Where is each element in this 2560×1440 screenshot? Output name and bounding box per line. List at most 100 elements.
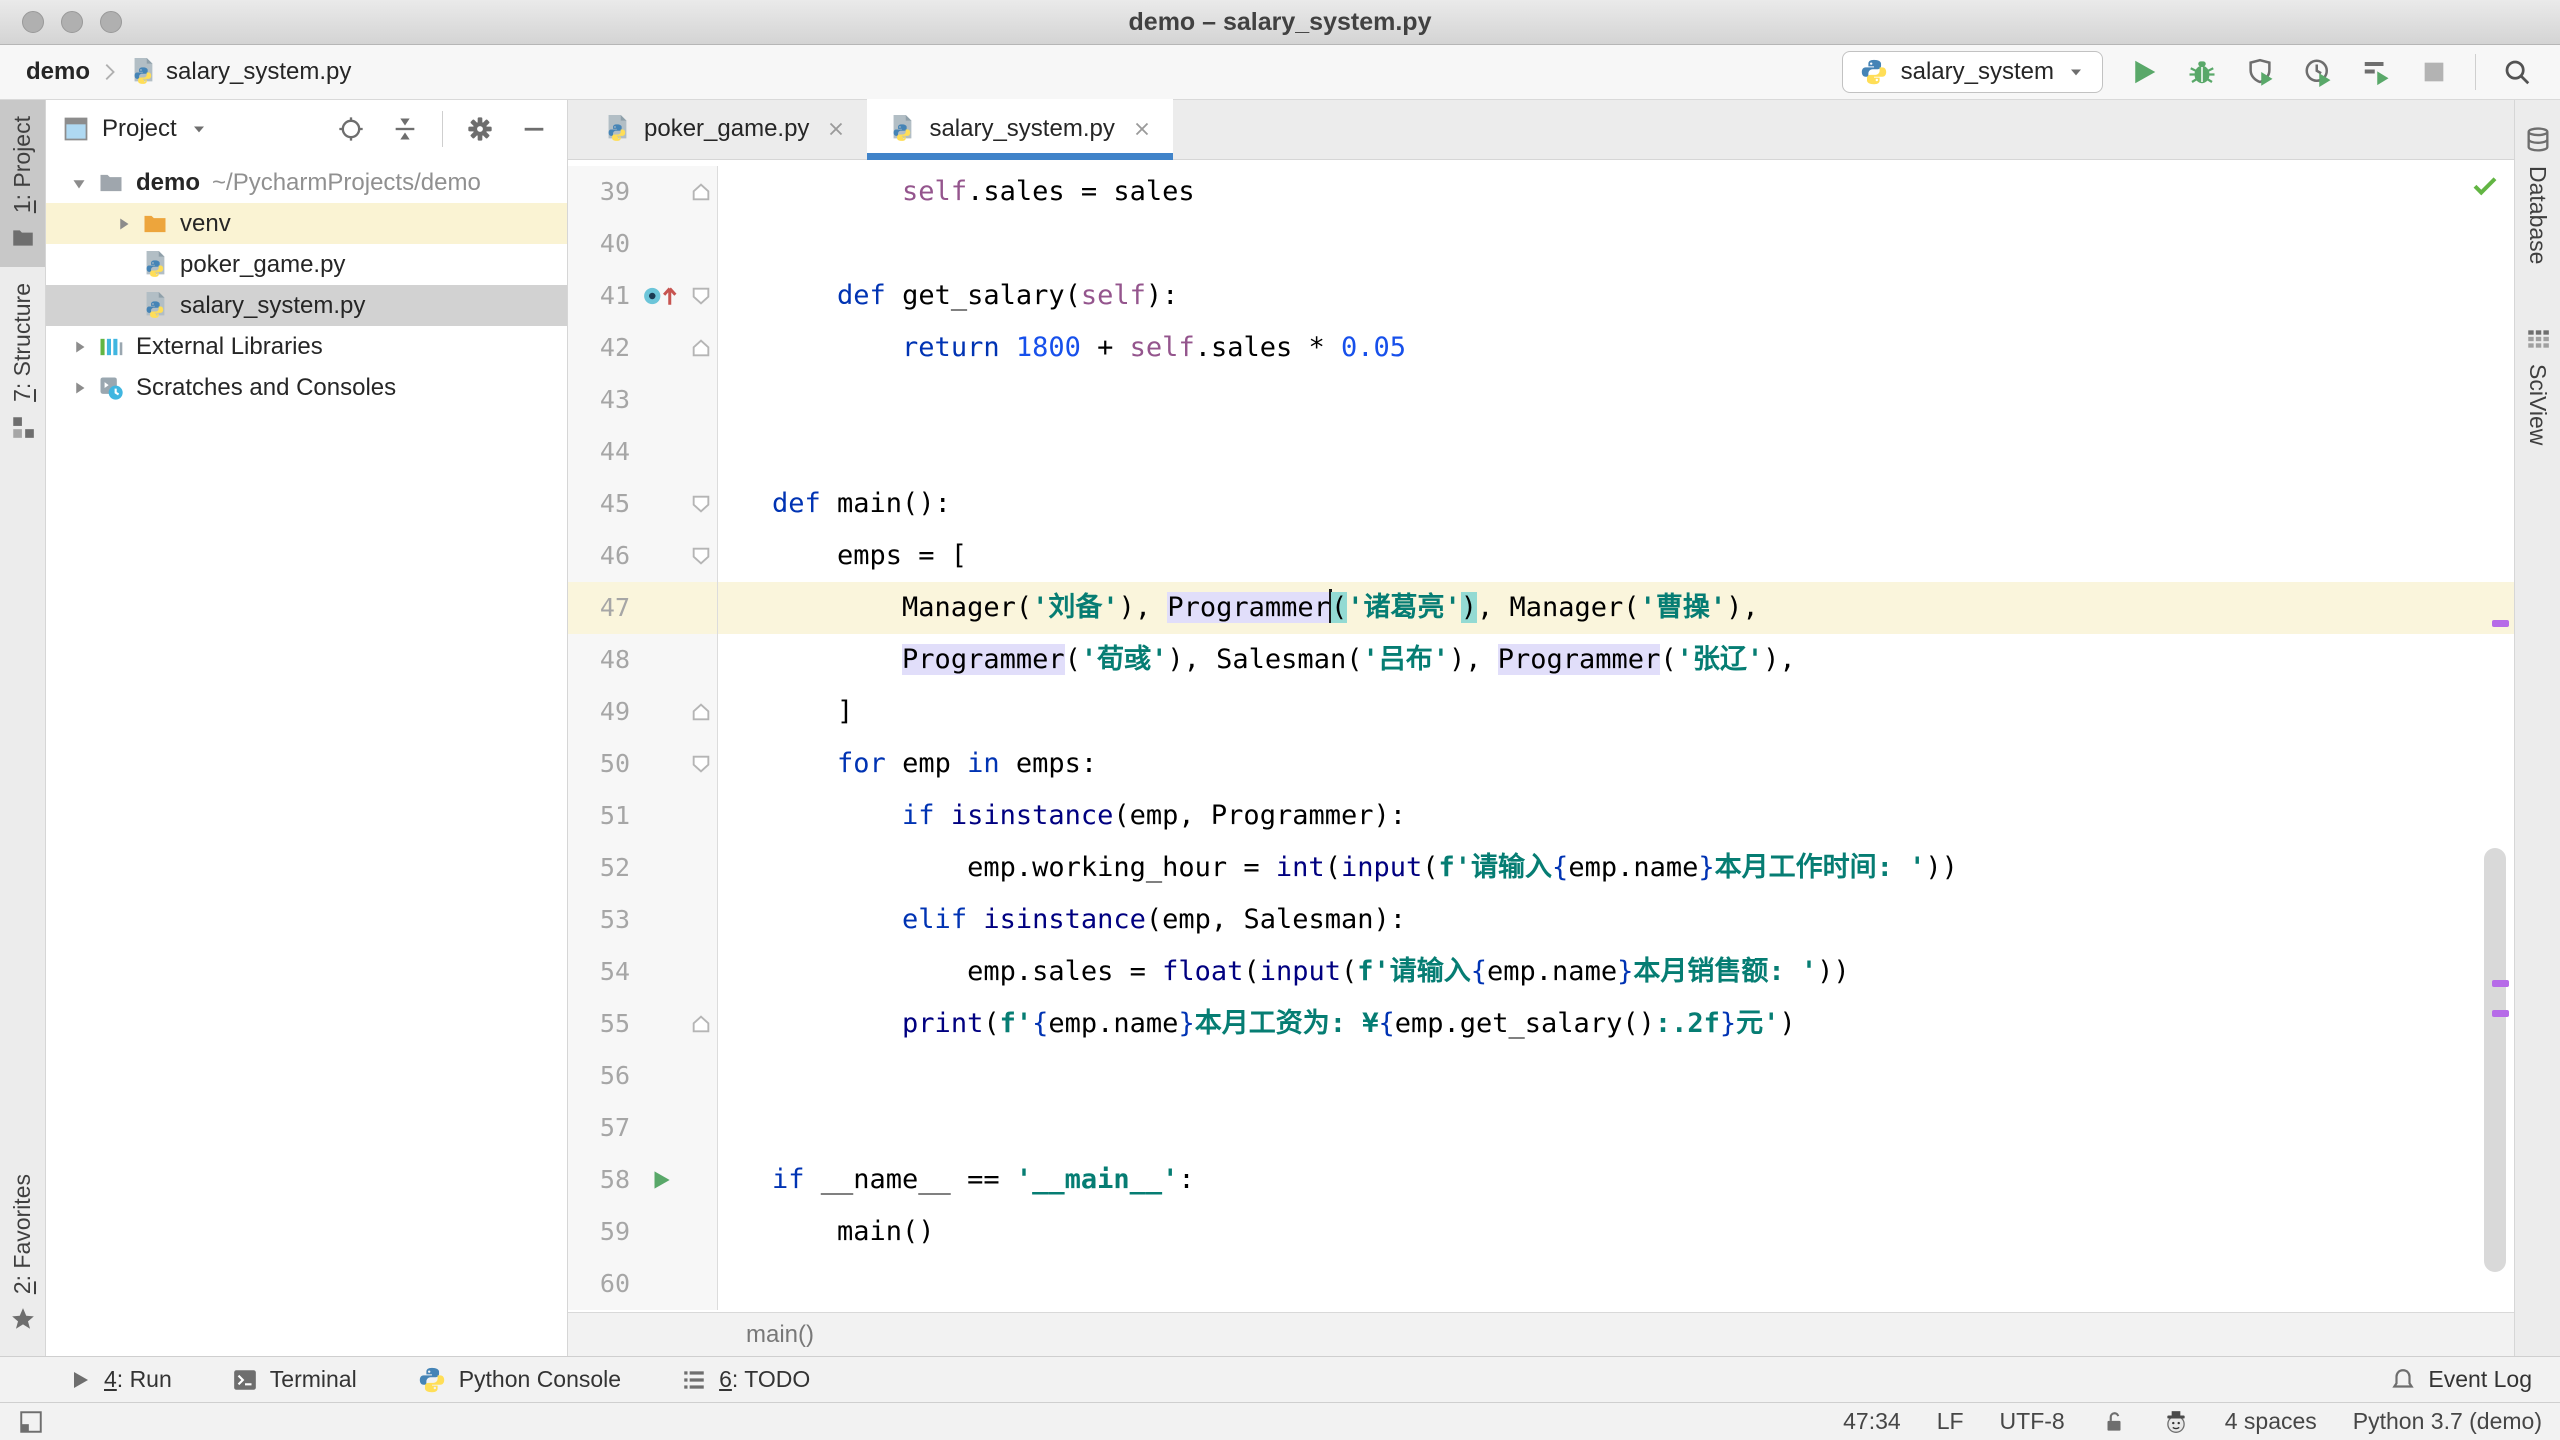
editor-area: poker_game.py salary_system.py 39 self.sa… [568, 99, 2514, 1356]
code-text[interactable] [718, 218, 2514, 270]
error-stripe-mark[interactable] [2492, 620, 2509, 627]
stripe-tab-favorites[interactable]: 2: Favorites [0, 1158, 45, 1348]
close-window-button[interactable] [22, 11, 44, 33]
breadcrumb-file[interactable]: salary_system.py [166, 58, 351, 86]
stripe-tab-project[interactable]: 1: Project [0, 100, 45, 268]
code-text[interactable]: emps = [ [718, 530, 2514, 582]
indent-size[interactable]: 4 spaces [2225, 1408, 2317, 1435]
stripe-tab-sciview[interactable]: SciView [2515, 310, 2560, 461]
inspections-ok-icon[interactable] [2470, 170, 2500, 200]
fold-marker-icon[interactable] [684, 478, 718, 530]
tree-arrow-icon[interactable] [64, 377, 94, 399]
tab-salary-system[interactable]: salary_system.py [867, 99, 1174, 160]
code-text[interactable]: ] [718, 686, 2514, 738]
tree-item-venv[interactable]: venv [46, 203, 567, 244]
fold-marker-icon[interactable] [684, 166, 718, 218]
code-text[interactable] [718, 1102, 2514, 1154]
code-line-56: 56 [568, 1050, 2514, 1102]
breadcrumb-main-function[interactable]: main() [746, 1321, 814, 1349]
tool-window-quick-access-icon[interactable] [18, 1409, 44, 1435]
event-log[interactable]: Event Log [2390, 1366, 2532, 1393]
token-kw: def [772, 488, 821, 519]
code-text[interactable]: emp.working_hour = int(input(f'请输入{emp.n… [718, 842, 2514, 894]
code-text[interactable]: main() [718, 1206, 2514, 1258]
stripe-tab-database[interactable]: Database [2515, 110, 2560, 280]
code-text[interactable]: emp.sales = float(input(f'请输入{emp.name}本… [718, 946, 2514, 998]
caret-position[interactable]: 47:34 [1843, 1408, 1901, 1435]
stop-button[interactable] [2417, 55, 2451, 89]
search-everywhere-button[interactable] [2500, 55, 2534, 89]
code-text[interactable]: Programmer('荀彧'), Salesman('吕布'), Progra… [718, 634, 2514, 686]
fold-marker-icon[interactable] [684, 270, 718, 322]
fold-marker-icon[interactable] [684, 530, 718, 582]
code-text[interactable]: self.sales = sales [718, 166, 2514, 218]
stripe-tab-structure[interactable]: 7: Structure [0, 267, 45, 456]
code-text[interactable] [718, 1050, 2514, 1102]
tree-item-external-libraries[interactable]: External Libraries [46, 326, 567, 367]
tool-window-todo[interactable]: 6: TODO [681, 1366, 810, 1393]
code-text[interactable]: if isinstance(emp, Programmer): [718, 790, 2514, 842]
code-text[interactable]: if __name__ == '__main__': [718, 1154, 2514, 1206]
close-tab-icon[interactable] [1131, 118, 1153, 140]
code-text[interactable]: return 1800 + self.sales * 0.05 [718, 322, 2514, 374]
run-button[interactable] [2127, 55, 2161, 89]
editor-pane[interactable]: 39 self.sales = sales 40 41 def get_salary… [568, 160, 2514, 1312]
gutter-icon-spacer [638, 1050, 684, 1102]
chevron-down-icon[interactable] [189, 119, 209, 139]
code-text[interactable] [718, 426, 2514, 478]
fold-marker-icon[interactable] [684, 322, 718, 374]
minimize-window-button[interactable] [61, 11, 83, 33]
code-text[interactable]: def get_salary(self): [718, 270, 2514, 322]
code-text[interactable]: def main(): [718, 478, 2514, 530]
code-text[interactable]: print(f'{emp.name}本月工资为: ¥{emp.get_salar… [718, 998, 2514, 1050]
tool-window-python-console[interactable]: Python Console [417, 1365, 621, 1395]
token-fstr: f [999, 1008, 1016, 1039]
concurrency-diagram-button[interactable] [2359, 55, 2393, 89]
code-text[interactable] [718, 374, 2514, 426]
locate-file-button[interactable] [334, 112, 368, 146]
tree-item-poker-game[interactable]: poker_game.py [46, 244, 567, 285]
profiler-button[interactable] [2301, 55, 2335, 89]
file-encoding[interactable]: UTF-8 [2000, 1408, 2065, 1435]
fold-marker-icon[interactable] [684, 738, 718, 790]
tree-arrow-icon[interactable] [108, 213, 138, 235]
close-tab-icon[interactable] [825, 118, 847, 140]
code-text[interactable]: Manager('刘备'), Programmer('诸葛亮'), Manage… [718, 582, 2514, 634]
code-text[interactable]: for emp in emps: [718, 738, 2514, 790]
run-with-coverage-button[interactable] [2243, 55, 2277, 89]
line-number: 42 [568, 322, 638, 374]
breadcrumb-project[interactable]: demo [26, 58, 90, 86]
vertical-scrollbar[interactable] [2484, 848, 2506, 1272]
hide-panel-button[interactable] [517, 112, 551, 146]
error-stripe-mark[interactable] [2492, 980, 2509, 987]
run-configuration-select[interactable]: salary_system [1841, 51, 2103, 93]
code-text[interactable]: elif isinstance(emp, Salesman): [718, 894, 2514, 946]
override-marker-icon[interactable] [638, 270, 684, 322]
debug-button[interactable] [2185, 55, 2219, 89]
python-file-icon [128, 57, 158, 87]
error-stripe-mark[interactable] [2492, 1010, 2509, 1017]
tool-window-run[interactable]: 4: Run [68, 1366, 172, 1393]
code-area: 39 self.sales = sales 40 41 def get_salary… [568, 160, 2514, 1312]
inspections-profile-icon[interactable] [2163, 1409, 2189, 1435]
collapse-all-button[interactable] [388, 112, 422, 146]
tree-arrow-icon[interactable] [64, 336, 94, 358]
fold-marker-icon[interactable] [684, 998, 718, 1050]
readonly-toggle-icon[interactable] [2101, 1409, 2127, 1435]
tree-item-scratches[interactable]: Scratches and Consoles [46, 367, 567, 408]
tree-item-demo[interactable]: demo ~/PycharmProjects/demo [46, 162, 567, 203]
fold-marker-icon[interactable] [684, 686, 718, 738]
tab-poker-game[interactable]: poker_game.py [582, 99, 867, 159]
settings-button[interactable] [463, 112, 497, 146]
project-panel-title[interactable]: Project [102, 115, 177, 143]
maximize-window-button[interactable] [100, 11, 122, 33]
token-brace: { [1552, 852, 1569, 883]
token-self: self [1129, 332, 1195, 363]
tree-arrow-icon[interactable] [64, 172, 94, 194]
tool-window-terminal[interactable]: Terminal [232, 1366, 357, 1393]
run-line-icon[interactable] [638, 1154, 684, 1206]
line-separator[interactable]: LF [1937, 1408, 1964, 1435]
code-text[interactable] [718, 1258, 2514, 1310]
interpreter[interactable]: Python 3.7 (demo) [2353, 1408, 2542, 1435]
tree-item-salary-system[interactable]: salary_system.py [46, 285, 567, 326]
